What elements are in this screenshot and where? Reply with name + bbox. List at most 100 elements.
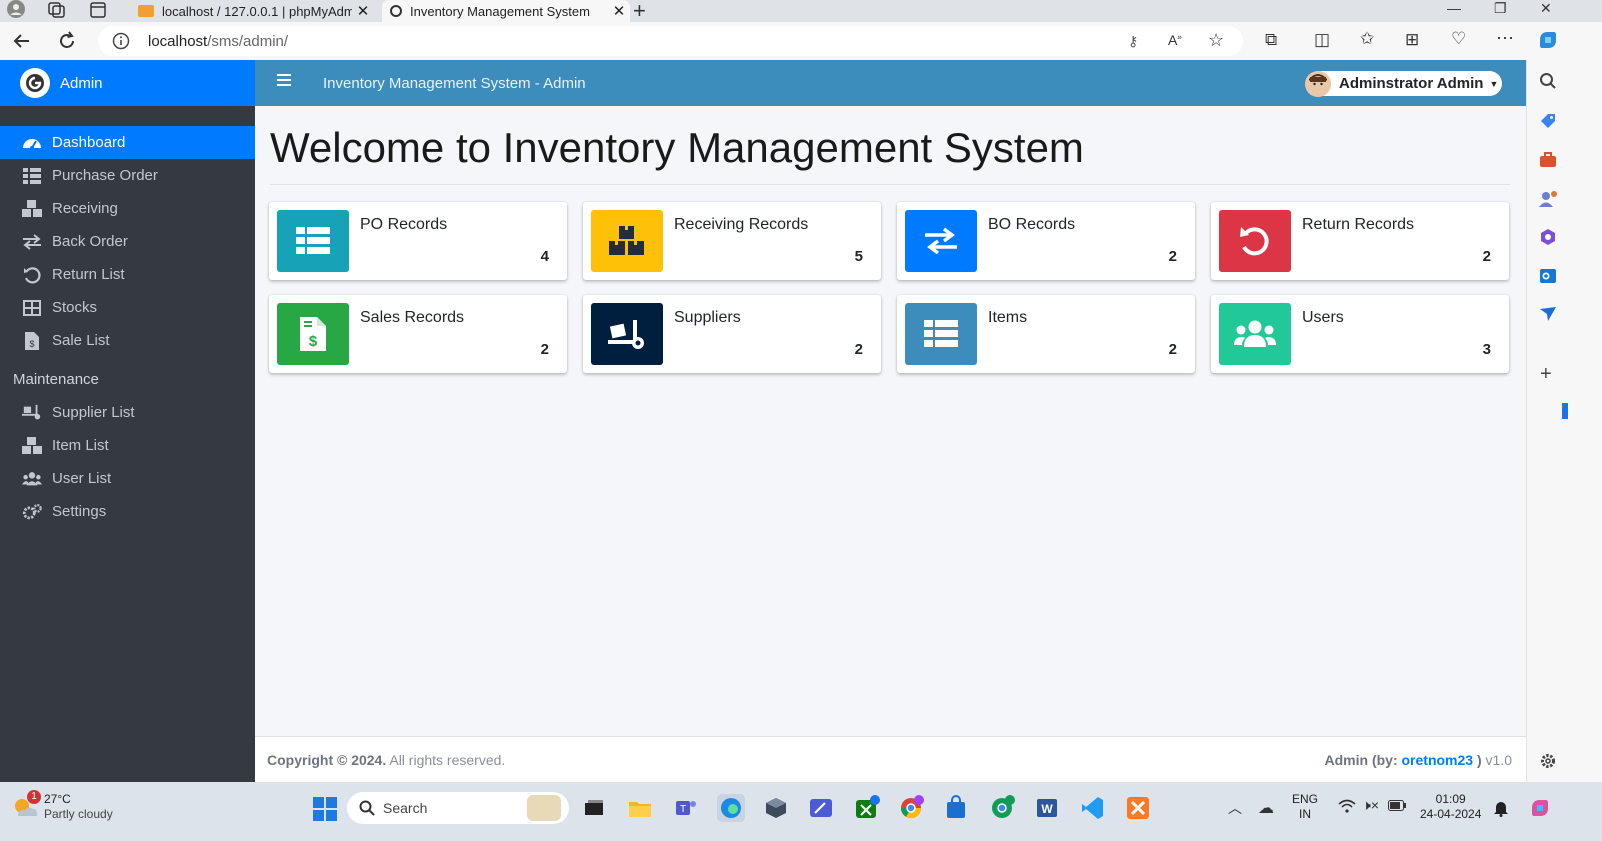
task-view-icon[interactable] [580, 794, 608, 822]
info-box-items: Items 2 [897, 295, 1195, 373]
send-icon[interactable] [1539, 306, 1557, 322]
restore-icon[interactable]: ❐ [1494, 0, 1507, 17]
sidebar-item-label: Purchase Order [52, 167, 158, 184]
info-box-value: 2 [540, 341, 549, 358]
tab-phpmyadmin[interactable]: localhost / 127.0.0.1 | phpMyAdm ✕ [138, 0, 374, 22]
outlook-icon[interactable] [1539, 267, 1557, 285]
file-explorer-icon[interactable] [626, 794, 654, 822]
search-icon[interactable] [1539, 72, 1557, 90]
address-bar[interactable]: localhost/sms/admin/ ⚷ A» ☆ [98, 26, 1243, 56]
svg-text:W: W [1041, 802, 1053, 816]
sidebar-item-label: Receiving [52, 200, 118, 217]
tab-actions-icon[interactable] [90, 2, 106, 18]
key-icon[interactable]: ⚷ [1128, 33, 1138, 50]
favorites-icon[interactable]: ✩ [1360, 29, 1374, 49]
close-tab-icon[interactable]: ✕ [608, 2, 630, 20]
copilot-icon[interactable] [1537, 29, 1559, 51]
collections-icon[interactable]: ⊞ [1405, 30, 1419, 50]
close-tab-icon[interactable]: ✕ [352, 2, 374, 20]
games-icon[interactable] [1539, 190, 1559, 208]
truck-loading-icon [591, 303, 663, 365]
chrome-icon[interactable] [897, 794, 925, 822]
sidebar-item-purchase-order[interactable]: Purchase Order [0, 159, 255, 192]
sidebar-item-receiving[interactable]: Receiving [0, 192, 255, 225]
sidebar-item-user-list[interactable]: User List [0, 462, 255, 495]
battery-icon[interactable] [1388, 800, 1406, 811]
xampp-icon[interactable] [1124, 794, 1152, 822]
vscode-icon[interactable] [1078, 794, 1106, 822]
notification-bell-icon[interactable] [1493, 799, 1509, 817]
sidebar-item-stocks[interactable]: Stocks [0, 291, 255, 324]
weather-badge: 1 [27, 790, 41, 804]
user-menu-button[interactable]: Adminstrator Admin ▼ [1305, 70, 1502, 97]
read-aloud-icon[interactable]: A» [1168, 32, 1182, 48]
sidebar-item-settings[interactable]: Settings [0, 495, 255, 528]
refresh-icon[interactable] [57, 31, 77, 51]
table-list-icon [277, 210, 349, 272]
language: ENG [1292, 792, 1319, 806]
copyright: Copyright © 2024. All rights reserved. [267, 752, 505, 768]
weather-widget[interactable]: 1 27°C Partly cloudy [10, 790, 113, 822]
tab-title: Inventory Management System [410, 3, 590, 19]
app-cube-icon[interactable] [762, 794, 790, 822]
boxes-icon [22, 436, 42, 456]
clock[interactable]: 01:09 24-04-2024 [1420, 792, 1481, 822]
window-close-icon[interactable]: ✕ [1540, 0, 1552, 17]
add-sidebar-app-icon[interactable]: + [1540, 363, 1552, 386]
page-title: Welcome to Inventory Management System [270, 124, 1084, 171]
profile-icon[interactable] [6, 0, 26, 20]
sidebar-item-return-list[interactable]: Return List [0, 258, 255, 291]
app-title: Inventory Management System - Admin [323, 75, 586, 92]
site-info-icon[interactable] [112, 32, 130, 50]
show-hidden-icons-icon[interactable]: ︿ [1228, 798, 1242, 818]
svg-text:T: T [680, 804, 686, 815]
favorite-star-icon[interactable]: ☆ [1208, 30, 1224, 51]
more-menu-icon[interactable]: ⋯ [1496, 28, 1514, 49]
wifi-icon[interactable] [1338, 799, 1356, 813]
sidebar-item-back-order[interactable]: Back Order [0, 225, 255, 258]
boxes-icon [591, 210, 663, 272]
sidebar-item-supplier-list[interactable]: Supplier List [0, 396, 255, 429]
copilot-taskbar-icon[interactable] [1528, 796, 1552, 820]
minimize-icon[interactable]: — [1447, 0, 1461, 16]
new-tab-icon[interactable]: + [633, 0, 646, 24]
info-box-value: 2 [1168, 341, 1177, 358]
info-box-bo-records: BO Records 2 [897, 202, 1195, 280]
edge-browser-icon[interactable] [717, 794, 745, 822]
settings-gear-icon[interactable] [1539, 752, 1557, 770]
tools-icon[interactable] [1539, 152, 1557, 168]
onedrive-icon[interactable]: ☁ [1258, 798, 1274, 818]
office-icon[interactable] [1539, 228, 1557, 246]
info-box-value: 2 [854, 341, 863, 358]
info-box-value: 3 [1482, 341, 1491, 358]
grid-table-icon [22, 298, 42, 318]
store-icon[interactable] [942, 794, 970, 822]
xbox-icon[interactable] [852, 794, 880, 822]
author-link[interactable]: oretnom23 [1402, 752, 1474, 768]
split-screen-icon[interactable]: ◫ [1314, 30, 1330, 50]
shopping-tag-icon[interactable] [1539, 112, 1557, 130]
start-windows-icon[interactable] [313, 797, 337, 821]
hamburger-menu-icon[interactable] [277, 73, 291, 87]
taskbar-search[interactable]: Search [347, 792, 569, 824]
info-box-label: Items [988, 309, 1028, 326]
tab-inventory[interactable]: Inventory Management System ✕ [382, 0, 630, 22]
sidebar-item-sale-list[interactable]: $ Sale List [0, 324, 255, 357]
app-header: Inventory Management System - Admin Admi… [255, 60, 1526, 106]
pen-app-icon[interactable] [807, 794, 835, 822]
sidebar-scroll-indicator [1562, 403, 1568, 419]
sidebar-item-item-list[interactable]: Item List [0, 429, 255, 462]
volume-muted-icon[interactable]: 🕨× [1362, 797, 1379, 814]
chrome-profile-icon[interactable] [988, 794, 1016, 822]
sidebar-item-dashboard[interactable]: Dashboard [0, 126, 255, 159]
word-icon[interactable]: W [1033, 794, 1061, 822]
back-icon[interactable] [12, 31, 32, 51]
brand-link[interactable]: Admin [0, 60, 255, 106]
extensions-icon[interactable]: ⧉ [1265, 30, 1277, 50]
teams-icon[interactable]: T [672, 794, 700, 822]
caret-down-icon: ▼ [1489, 78, 1499, 89]
workspaces-icon[interactable] [48, 2, 66, 18]
users-icon [22, 469, 42, 489]
language-indicator[interactable]: ENG IN [1292, 792, 1318, 822]
browser-essentials-icon[interactable]: ♡ [1451, 29, 1466, 49]
